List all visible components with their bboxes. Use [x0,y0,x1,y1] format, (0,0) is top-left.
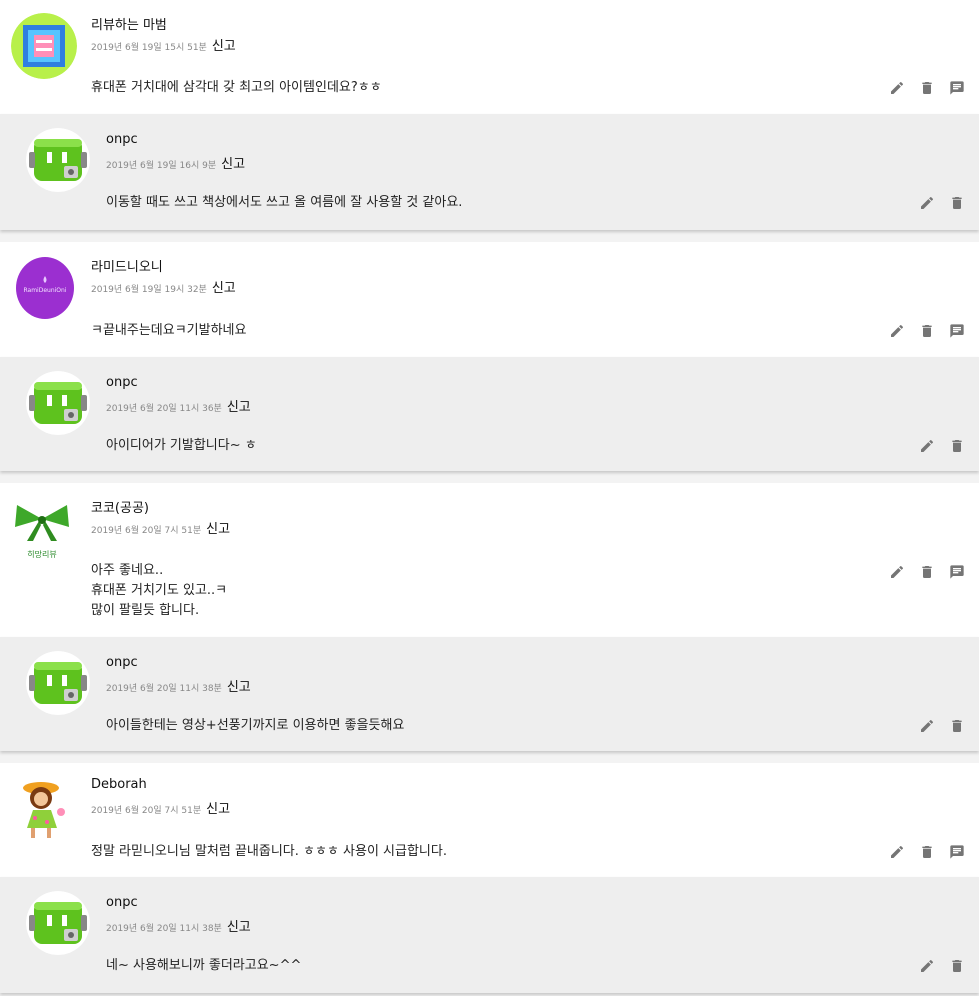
avatar-logo-text: 히망리뷰 [27,549,56,559]
reply-author[interactable]: onpc [106,375,138,390]
reply-icon[interactable] [949,844,965,860]
purple-circle-avatar-icon[interactable]: RamiDeuniOni [15,256,75,320]
edit-icon[interactable] [889,323,905,339]
comment-timestamp: 2019년 6월 19일 19시 32분 [91,285,207,295]
reply-timestamp: 2019년 6월 20일 11시 38분 [106,924,222,934]
reply-actions [919,718,965,734]
reply-text: 이동할 때도 쓰고 책상에서도 쓰고 올 여름에 잘 사용할 것 같아요. [106,195,463,210]
delete-icon[interactable] [949,718,965,734]
comment-text: ㅋ끝내주는데요ㅋ기발하네요 [91,323,247,338]
comment-actions [889,564,965,580]
comment-date: 2019년 6월 19일 15시 51분 신고 [91,35,236,54]
reply-icon[interactable] [949,323,965,339]
comment-text: 정말 라믿니오니님 말처럼 끝내줍니다. ㅎㅎㅎ 사용이 시급합니다. [91,844,447,859]
reply-timestamp: 2019년 6월 20일 11시 36분 [106,404,222,414]
comment-text: 아주 좋네요.. 휴대폰 거치기도 있고..ㅋ 많이 팔릴듯 합니다. [91,563,228,618]
reply-item: onpc 2019년 6월 20일 11시 36분 신고 아이디어가 기발합니다~… [0,357,979,471]
cartoon-girl-avatar-icon[interactable] [11,776,77,842]
edit-icon[interactable] [919,438,935,454]
edit-icon[interactable] [919,958,935,974]
comment-item: RamiDeuniOni 라미드니오니 2019년 6월 19일 19시 32분… [0,242,979,357]
reply-timestamp: 2019년 6월 20일 11시 38분 [106,684,222,694]
comment-actions [889,323,965,339]
reply-date: 2019년 6월 20일 11시 38분 신고 [106,676,251,695]
comment-timestamp: 2019년 6월 19일 15시 51분 [91,43,207,53]
report-link[interactable]: 신고 [227,400,251,415]
reply-author[interactable]: onpc [106,655,138,670]
comment-author[interactable]: 코코(공공) [91,497,149,516]
comment-author[interactable]: 리뷰하는 마범 [91,14,167,33]
comment-list: 리뷰하는 마범 2019년 6월 19일 15시 51분 신고 휴대폰 거치대에 … [0,0,979,993]
comment-author[interactable]: 라미드니오니 [91,256,163,275]
delete-icon[interactable] [949,438,965,454]
reply-date: 2019년 6월 20일 11시 38분 신고 [106,916,251,935]
delete-icon[interactable] [919,323,935,339]
delete-icon[interactable] [919,80,935,96]
edit-icon[interactable] [919,195,935,211]
reply-actions [919,438,965,454]
report-link[interactable]: 신고 [227,680,251,695]
comment-item: Deborah 2019년 6월 20일 7시 51분 신고 정말 라믿니오니님 … [0,763,979,877]
comment-item: 히망리뷰 코코(공공) 2019년 6월 20일 7시 51분 신고 아주 좋네요… [0,483,979,637]
reply-actions [919,195,965,211]
reply-timestamp: 2019년 6월 19일 16시 9분 [106,161,217,171]
report-link[interactable]: 신고 [212,39,236,54]
reply-item: onpc 2019년 6월 20일 11시 38분 신고 네~ 사용해보니까 좋더… [0,877,979,993]
reply-text: 아이디어가 기발합니다~ ㅎ [106,438,257,453]
reply-actions [919,958,965,974]
comment-item: 리뷰하는 마범 2019년 6월 19일 15시 51분 신고 휴대폰 거치대에 … [0,0,979,114]
reply-item: onpc 2019년 6월 19일 16시 9분 신고 이동할 때도 쓰고 책상에… [0,114,979,230]
delete-icon[interactable] [919,564,935,580]
delete-icon[interactable] [949,958,965,974]
reply-text: 네~ 사용해보니까 좋더라고요~^^ [106,958,302,973]
blue-block-avatar-icon[interactable] [11,13,77,79]
green-robot-avatar-icon[interactable] [26,891,90,955]
report-link[interactable]: 신고 [227,920,251,935]
comment-date: 2019년 6월 20일 7시 51분 신고 [91,518,230,537]
reply-icon[interactable] [949,80,965,96]
edit-icon[interactable] [889,844,905,860]
avatar-logo-text: RamiDeuniOni [23,287,66,294]
reply-item: onpc 2019년 6월 20일 11시 38분 신고 아이들한테는 영상+선풍… [0,637,979,751]
edit-icon[interactable] [889,564,905,580]
comment-timestamp: 2019년 6월 20일 7시 51분 [91,526,202,536]
green-robot-avatar-icon[interactable] [26,128,90,192]
comment-author[interactable]: Deborah [91,777,147,792]
report-link[interactable]: 신고 [206,522,230,537]
reply-date: 2019년 6월 19일 16시 9분 신고 [106,153,245,172]
reply-date: 2019년 6월 20일 11시 36분 신고 [106,396,251,415]
delete-icon[interactable] [919,844,935,860]
report-link[interactable]: 신고 [206,802,230,817]
report-link[interactable]: 신고 [212,281,236,296]
comment-text: 휴대폰 거치대에 삼각대 갖 최고의 아이템인데요?ㅎㅎ [91,80,382,95]
comment-timestamp: 2019년 6월 20일 7시 51분 [91,806,202,816]
report-link[interactable]: 신고 [221,157,245,172]
reply-icon[interactable] [949,564,965,580]
green-ribbon-avatar-icon[interactable]: 히망리뷰 [9,497,75,563]
reply-text: 아이들한테는 영상+선풍기까지로 이용하면 좋을듯해요 [106,718,405,733]
reply-author[interactable]: onpc [106,132,138,147]
edit-icon[interactable] [919,718,935,734]
reply-author[interactable]: onpc [106,895,138,910]
comment-date: 2019년 6월 19일 19시 32분 신고 [91,277,236,296]
edit-icon[interactable] [889,80,905,96]
delete-icon[interactable] [949,195,965,211]
comment-actions [889,80,965,96]
comment-date: 2019년 6월 20일 7시 51분 신고 [91,798,230,817]
comment-actions [889,844,965,860]
green-robot-avatar-icon[interactable] [26,371,90,435]
green-robot-avatar-icon[interactable] [26,651,90,715]
